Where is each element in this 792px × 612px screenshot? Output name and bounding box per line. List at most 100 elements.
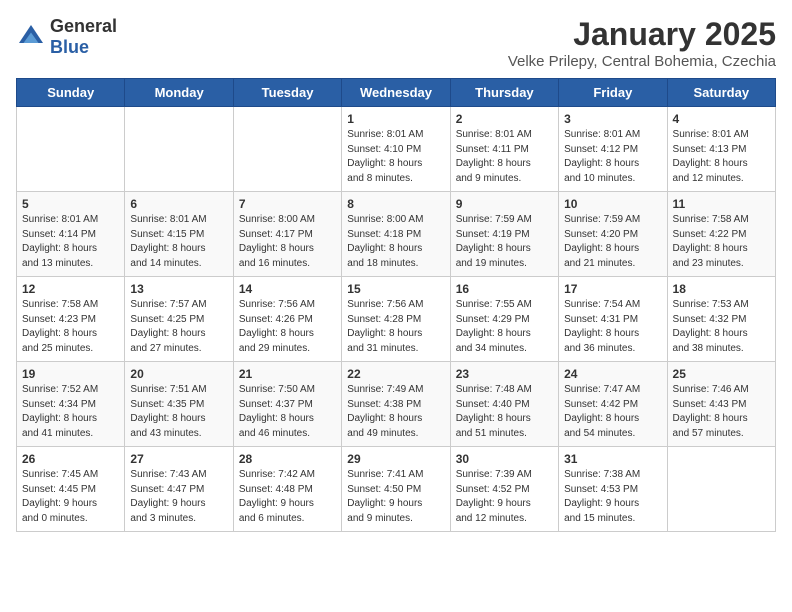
calendar-cell: 8 Sunrise: 8:00 AM Sunset: 4:18 PM Daylig… bbox=[342, 192, 450, 277]
day-number: 23 bbox=[456, 367, 553, 381]
day-number: 31 bbox=[564, 452, 661, 466]
day-number: 22 bbox=[347, 367, 444, 381]
calendar-cell: 15 Sunrise: 7:56 AM Sunset: 4:28 PM Dayli… bbox=[342, 277, 450, 362]
calendar-cell bbox=[17, 107, 125, 192]
calendar-cell: 17 Sunrise: 7:54 AM Sunset: 4:31 PM Dayli… bbox=[559, 277, 667, 362]
calendar-cell: 26Sunrise: 7:45 AM Sunset: 4:45 PM Dayli… bbox=[17, 447, 125, 532]
day-info: Sunrise: 7:57 AM Sunset: 4:25 PM Dayligh… bbox=[130, 298, 227, 356]
calendar-cell: 1Sunrise: 8:01 AM Sunset: 4:10 PM Daylig… bbox=[342, 107, 450, 192]
calendar-week-row: 12Sunrise: 7:58 AM Sunset: 4:23 PM Dayli… bbox=[17, 277, 776, 362]
day-number: 16 bbox=[456, 282, 553, 296]
day-info: Sunrise: 7:58 AM Sunset: 4:22 PM Dayligh… bbox=[673, 213, 770, 271]
day-info: Sunrise: 7:51 AM Sunset: 4:35 PM Dayligh… bbox=[130, 383, 227, 441]
calendar-cell: 12Sunrise: 7:58 AM Sunset: 4:23 PM Dayli… bbox=[17, 277, 125, 362]
day-number: 21 bbox=[239, 367, 336, 381]
calendar-week-row: 1Sunrise: 8:01 AM Sunset: 4:10 PM Daylig… bbox=[17, 107, 776, 192]
calendar-cell: 13 Sunrise: 7:57 AM Sunset: 4:25 PM Dayli… bbox=[125, 277, 233, 362]
logo-icon bbox=[16, 22, 46, 52]
logo-blue-text: Blue bbox=[50, 37, 89, 57]
day-info: Sunrise: 7:43 AM Sunset: 4:47 PM Dayligh… bbox=[130, 468, 227, 526]
day-info: Sunrise: 7:55 AM Sunset: 4:29 PM Dayligh… bbox=[456, 298, 553, 356]
calendar-cell bbox=[233, 107, 341, 192]
calendar-cell: 30 Sunrise: 7:39 AM Sunset: 4:52 PM Dayli… bbox=[450, 447, 558, 532]
day-of-week-header: Saturday bbox=[667, 79, 775, 107]
day-number: 1 bbox=[347, 112, 444, 126]
day-info: Sunrise: 7:56 AM Sunset: 4:28 PM Dayligh… bbox=[347, 298, 444, 356]
day-of-week-header: Sunday bbox=[17, 79, 125, 107]
calendar-cell: 27 Sunrise: 7:43 AM Sunset: 4:47 PM Dayli… bbox=[125, 447, 233, 532]
calendar-cell: 10Sunrise: 7:59 AM Sunset: 4:20 PM Dayli… bbox=[559, 192, 667, 277]
day-number: 2 bbox=[456, 112, 553, 126]
logo-general-text: General bbox=[50, 16, 117, 36]
day-number: 19 bbox=[22, 367, 119, 381]
day-info: Sunrise: 7:54 AM Sunset: 4:31 PM Dayligh… bbox=[564, 298, 661, 356]
day-number: 12 bbox=[22, 282, 119, 296]
day-info: Sunrise: 7:52 AM Sunset: 4:34 PM Dayligh… bbox=[22, 383, 119, 441]
day-number: 15 bbox=[347, 282, 444, 296]
calendar-week-row: 26Sunrise: 7:45 AM Sunset: 4:45 PM Dayli… bbox=[17, 447, 776, 532]
calendar-cell: 18Sunrise: 7:53 AM Sunset: 4:32 PM Dayli… bbox=[667, 277, 775, 362]
day-number: 13 bbox=[130, 282, 227, 296]
day-info: Sunrise: 7:50 AM Sunset: 4:37 PM Dayligh… bbox=[239, 383, 336, 441]
calendar-cell bbox=[667, 447, 775, 532]
calendar-cell: 5 Sunrise: 8:01 AM Sunset: 4:14 PM Daylig… bbox=[17, 192, 125, 277]
day-of-week-header: Tuesday bbox=[233, 79, 341, 107]
calendar-cell: 25Sunrise: 7:46 AM Sunset: 4:43 PM Dayli… bbox=[667, 362, 775, 447]
day-info: Sunrise: 7:59 AM Sunset: 4:20 PM Dayligh… bbox=[564, 213, 661, 271]
day-info: Sunrise: 7:38 AM Sunset: 4:53 PM Dayligh… bbox=[564, 468, 661, 526]
calendar-cell: 9 Sunrise: 7:59 AM Sunset: 4:19 PM Daylig… bbox=[450, 192, 558, 277]
day-number: 24 bbox=[564, 367, 661, 381]
day-info: Sunrise: 8:01 AM Sunset: 4:12 PM Dayligh… bbox=[564, 128, 661, 186]
calendar-cell: 4 Sunrise: 8:01 AM Sunset: 4:13 PM Daylig… bbox=[667, 107, 775, 192]
calendar-cell: 7 Sunrise: 8:00 AM Sunset: 4:17 PM Daylig… bbox=[233, 192, 341, 277]
day-info: Sunrise: 7:48 AM Sunset: 4:40 PM Dayligh… bbox=[456, 383, 553, 441]
day-number: 20 bbox=[130, 367, 227, 381]
day-info: Sunrise: 7:46 AM Sunset: 4:43 PM Dayligh… bbox=[673, 383, 770, 441]
calendar-cell: 31 Sunrise: 7:38 AM Sunset: 4:53 PM Dayli… bbox=[559, 447, 667, 532]
title-block: January 2025 Velke Prilepy, Central Bohe… bbox=[508, 16, 776, 70]
calendar-cell: 6 Sunrise: 8:01 AM Sunset: 4:15 PM Daylig… bbox=[125, 192, 233, 277]
day-info: Sunrise: 7:39 AM Sunset: 4:52 PM Dayligh… bbox=[456, 468, 553, 526]
day-info: Sunrise: 8:00 AM Sunset: 4:17 PM Dayligh… bbox=[239, 213, 336, 271]
day-info: Sunrise: 8:01 AM Sunset: 4:11 PM Dayligh… bbox=[456, 128, 553, 186]
day-info: Sunrise: 7:47 AM Sunset: 4:42 PM Dayligh… bbox=[564, 383, 661, 441]
day-of-week-header: Friday bbox=[559, 79, 667, 107]
calendar-cell bbox=[125, 107, 233, 192]
day-info: Sunrise: 8:00 AM Sunset: 4:18 PM Dayligh… bbox=[347, 213, 444, 271]
day-info: Sunrise: 7:59 AM Sunset: 4:19 PM Dayligh… bbox=[456, 213, 553, 271]
calendar-cell: 22 Sunrise: 7:49 AM Sunset: 4:38 PM Dayli… bbox=[342, 362, 450, 447]
month-title: January 2025 bbox=[508, 16, 776, 53]
day-info: Sunrise: 7:42 AM Sunset: 4:48 PM Dayligh… bbox=[239, 468, 336, 526]
calendar-cell: 2 Sunrise: 8:01 AM Sunset: 4:11 PM Daylig… bbox=[450, 107, 558, 192]
calendar-cell: 20 Sunrise: 7:51 AM Sunset: 4:35 PM Dayli… bbox=[125, 362, 233, 447]
day-info: Sunrise: 8:01 AM Sunset: 4:14 PM Dayligh… bbox=[22, 213, 119, 271]
day-number: 4 bbox=[673, 112, 770, 126]
day-number: 7 bbox=[239, 197, 336, 211]
day-number: 8 bbox=[347, 197, 444, 211]
calendar-cell: 24 Sunrise: 7:47 AM Sunset: 4:42 PM Dayli… bbox=[559, 362, 667, 447]
day-info: Sunrise: 8:01 AM Sunset: 4:13 PM Dayligh… bbox=[673, 128, 770, 186]
day-number: 30 bbox=[456, 452, 553, 466]
day-number: 14 bbox=[239, 282, 336, 296]
calendar-cell: 14 Sunrise: 7:56 AM Sunset: 4:26 PM Dayli… bbox=[233, 277, 341, 362]
calendar-cell: 21 Sunrise: 7:50 AM Sunset: 4:37 PM Dayli… bbox=[233, 362, 341, 447]
calendar-week-row: 19 Sunrise: 7:52 AM Sunset: 4:34 PM Dayli… bbox=[17, 362, 776, 447]
day-number: 17 bbox=[564, 282, 661, 296]
day-number: 27 bbox=[130, 452, 227, 466]
day-number: 18 bbox=[673, 282, 770, 296]
day-number: 11 bbox=[673, 197, 770, 211]
day-number: 29 bbox=[347, 452, 444, 466]
day-info: Sunrise: 7:41 AM Sunset: 4:50 PM Dayligh… bbox=[347, 468, 444, 526]
calendar-cell: 19 Sunrise: 7:52 AM Sunset: 4:34 PM Dayli… bbox=[17, 362, 125, 447]
day-info: Sunrise: 8:01 AM Sunset: 4:15 PM Dayligh… bbox=[130, 213, 227, 271]
day-info: Sunrise: 7:49 AM Sunset: 4:38 PM Dayligh… bbox=[347, 383, 444, 441]
day-number: 6 bbox=[130, 197, 227, 211]
day-number: 9 bbox=[456, 197, 553, 211]
calendar-table: SundayMondayTuesdayWednesdayThursdayFrid… bbox=[16, 78, 776, 532]
day-of-week-header: Wednesday bbox=[342, 79, 450, 107]
day-info: Sunrise: 7:56 AM Sunset: 4:26 PM Dayligh… bbox=[239, 298, 336, 356]
day-number: 28 bbox=[239, 452, 336, 466]
day-number: 5 bbox=[22, 197, 119, 211]
calendar-week-row: 5 Sunrise: 8:01 AM Sunset: 4:14 PM Daylig… bbox=[17, 192, 776, 277]
calendar-cell: 29 Sunrise: 7:41 AM Sunset: 4:50 PM Dayli… bbox=[342, 447, 450, 532]
